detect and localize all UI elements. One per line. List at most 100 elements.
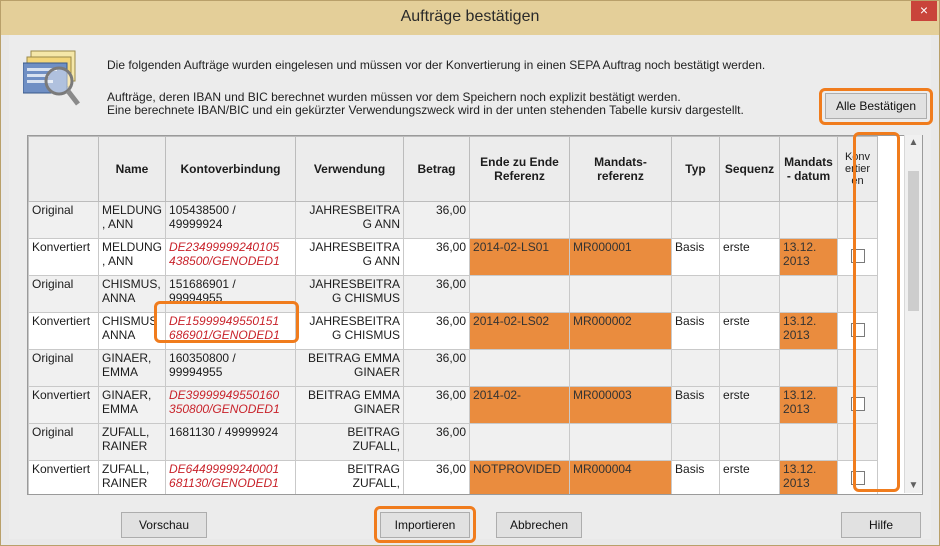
cell-kontoverbindung: DE39999949550160 350800/GENODED1 <box>165 386 297 424</box>
cell-mandatsreferenz <box>569 423 673 461</box>
cell-mandatsreferenz: MR000004 <box>569 460 673 494</box>
cell-mandatsdatum: 13.12. 2013 <box>779 238 839 276</box>
cell-verwendung: BEITRAG EMMA GINAER <box>295 349 405 387</box>
cell-betrag: 36,00 <box>403 386 471 424</box>
table-row[interactable]: Konvertiert MELDUNG , ANN DE23499999240105… <box>28 238 879 276</box>
cell-sequenz: erste <box>719 238 781 276</box>
cell-mandatsdatum: 13.12. 2013 <box>779 386 839 424</box>
cell-e2e-referenz <box>469 201 571 239</box>
cell-mandatsdatum <box>779 201 839 239</box>
scroll-down-icon[interactable]: ▼ <box>905 480 922 491</box>
cell-sequenz <box>719 201 781 239</box>
hilfe-button[interactable]: Hilfe <box>841 512 921 538</box>
cell-typ <box>671 201 721 239</box>
col-header-mandatsdatum[interactable]: Mandats - datum <box>779 136 839 202</box>
table-row[interactable]: Original ZUFALL, RAINER 1681130 / 49999924… <box>28 423 879 461</box>
cell-verwendung: BEITRAG EMMA GINAER <box>295 386 405 424</box>
table-row[interactable]: Konvertiert ZUFALL, RAINER DE6449999924000… <box>28 460 879 494</box>
cell-kind: Konvertiert <box>28 312 99 350</box>
abbrechen-button[interactable]: Abbrechen <box>496 512 582 538</box>
cell-betrag: 36,00 <box>403 275 471 313</box>
scroll-thumb[interactable] <box>908 171 919 311</box>
cell-mandatsdatum <box>779 423 839 461</box>
col-header-kind <box>28 136 99 202</box>
cell-name: GINAER, EMMA <box>97 349 167 387</box>
col-header-typ[interactable]: Typ <box>671 136 721 202</box>
cell-kind: Konvertiert <box>28 238 99 276</box>
col-header-verwendung[interactable]: Verwendung <box>295 136 405 202</box>
cell-kontoverbindung: 105438500 / 49999924 <box>165 201 297 239</box>
cell-kind: Konvertiert <box>28 386 99 424</box>
highlight-alle-bestaetigen <box>819 88 933 125</box>
cell-betrag: 36,00 <box>403 238 471 276</box>
col-header-kontoverbindung[interactable]: Kontoverbindung <box>165 136 297 202</box>
col-header-name[interactable]: Name <box>97 136 167 202</box>
cell-name: ZUFALL, RAINER <box>97 423 167 461</box>
cell-kind: Original <box>28 423 99 461</box>
cell-typ <box>671 423 721 461</box>
dialog-content: Die folgenden Aufträge wurden eingelesen… <box>9 35 933 543</box>
cell-e2e-referenz: 2014-02-LS01 <box>469 238 571 276</box>
cell-verwendung: JAHRESBEITRA G CHISMUS <box>295 275 405 313</box>
cell-kontoverbindung: 1681130 / 49999924 <box>165 423 297 461</box>
cell-sequenz: erste <box>719 386 781 424</box>
cell-typ: Basis <box>671 386 721 424</box>
cell-betrag: 36,00 <box>403 201 471 239</box>
cell-mandatsdatum <box>779 349 839 387</box>
cell-mandatsreferenz <box>569 275 673 313</box>
title-bar: Aufträge bestätigen × <box>1 1 939 35</box>
cell-kontoverbindung: 160350800 / 99994955 <box>165 349 297 387</box>
col-header-sequenz[interactable]: Sequenz <box>719 136 781 202</box>
cell-name: MELDUNG , ANN <box>97 201 167 239</box>
cell-mandatsreferenz: MR000001 <box>569 238 673 276</box>
col-header-mandatsreferenz[interactable]: Mandats-referenz <box>569 136 673 202</box>
highlight-konvertieren-column <box>853 132 900 492</box>
cell-verwendung: BEITRAG ZUFALL, <box>295 460 405 494</box>
cell-sequenz <box>719 275 781 313</box>
cell-typ: Basis <box>671 312 721 350</box>
cell-e2e-referenz <box>469 349 571 387</box>
cell-sequenz <box>719 423 781 461</box>
col-header-betrag[interactable]: Betrag <box>403 136 471 202</box>
cell-name: ZUFALL, RAINER <box>97 460 167 494</box>
cell-mandatsdatum <box>779 275 839 313</box>
sepa-document-icon <box>22 49 81 107</box>
cell-betrag: 36,00 <box>403 460 471 494</box>
table-body: Original MELDUNG , ANN 105438500 / 4999992… <box>28 201 879 494</box>
cell-kind: Original <box>28 201 99 239</box>
table-row[interactable]: Original GINAER, EMMA 160350800 / 99994955… <box>28 349 879 387</box>
cell-name: GINAER, EMMA <box>97 386 167 424</box>
col-header-e2e-referenz[interactable]: Ende zu Ende Referenz <box>469 136 571 202</box>
cell-mandatsreferenz: MR000003 <box>569 386 673 424</box>
cell-e2e-referenz <box>469 275 571 313</box>
highlight-importieren <box>374 506 476 543</box>
cell-kind: Original <box>28 349 99 387</box>
table-row[interactable]: Konvertiert GINAER, EMMA DE39999949550160 … <box>28 386 879 424</box>
table-row[interactable]: Original MELDUNG , ANN 105438500 / 4999992… <box>28 201 879 239</box>
cell-kind: Original <box>28 275 99 313</box>
vorschau-button[interactable]: Vorschau <box>121 512 207 538</box>
cell-sequenz <box>719 349 781 387</box>
cell-typ <box>671 349 721 387</box>
cell-sequenz: erste <box>719 460 781 494</box>
cell-mandatsdatum: 13.12. 2013 <box>779 312 839 350</box>
cell-verwendung: JAHRESBEITRA G ANN <box>295 201 405 239</box>
cell-e2e-referenz: NOTPROVIDED <box>469 460 571 494</box>
cell-verwendung: JAHRESBEITRA G CHISMUS <box>295 312 405 350</box>
cell-kontoverbindung: DE64499999240001 681130/GENODED1 <box>165 460 297 494</box>
cell-sequenz: erste <box>719 312 781 350</box>
vertical-scrollbar[interactable]: ▲ ▼ <box>904 135 922 493</box>
cell-mandatsreferenz <box>569 349 673 387</box>
cell-typ <box>671 275 721 313</box>
cell-verwendung: JAHRESBEITRA G ANN <box>295 238 405 276</box>
close-button[interactable]: × <box>911 1 937 21</box>
window-title: Aufträge bestätigen <box>400 8 540 25</box>
cell-typ: Basis <box>671 460 721 494</box>
scroll-up-icon[interactable]: ▲ <box>905 137 922 148</box>
info-text-line-1: Die folgenden Aufträge wurden eingelesen… <box>107 58 766 72</box>
info-text-line-3: Eine berechnete IBAN/BIC und ein gekürzt… <box>107 103 744 117</box>
cell-kontoverbindung: DE23499999240105 438500/GENODED1 <box>165 238 297 276</box>
table-header-row: Name Kontoverbindung Verwendung Betrag E… <box>28 136 879 202</box>
cell-verwendung: BEITRAG ZUFALL, <box>295 423 405 461</box>
highlight-iban-bic <box>154 301 299 343</box>
